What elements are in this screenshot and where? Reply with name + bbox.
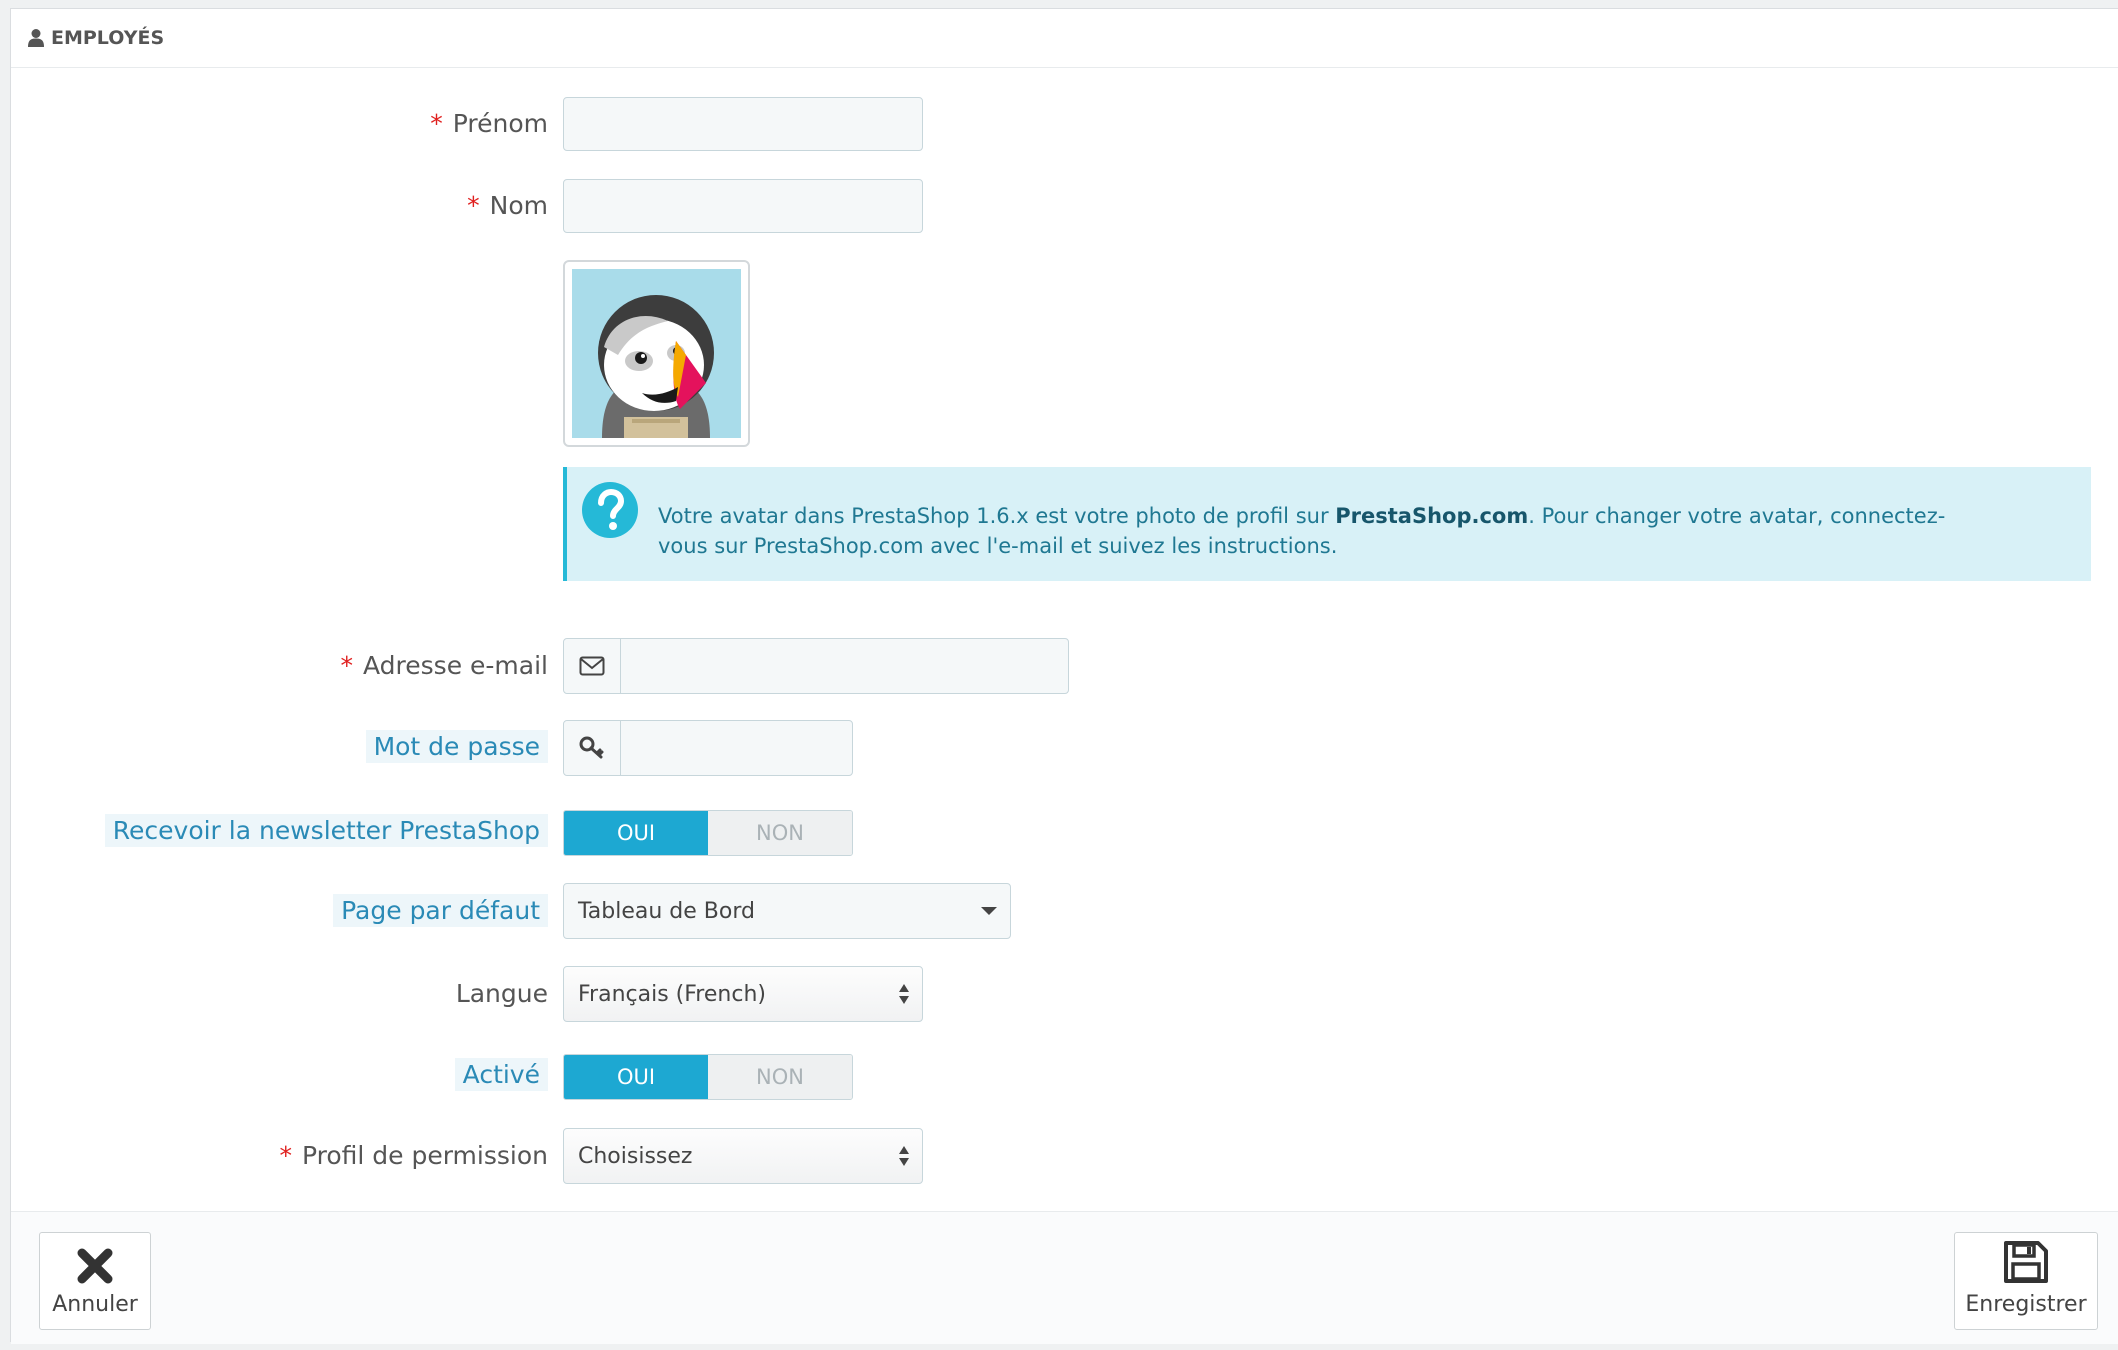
prestashop-puffin-avatar — [572, 269, 741, 438]
required-marker: * — [279, 1141, 292, 1170]
question-circle-icon — [582, 482, 638, 538]
avatar — [563, 260, 750, 447]
default-page-label-text: Page par défaut — [341, 896, 540, 925]
newsletter-switch[interactable]: OUI NON — [563, 810, 853, 856]
firstname-label: * Prénom — [430, 109, 548, 138]
avatar-info-alert: Votre avatar dans PrestaShop 1.6.x est v… — [563, 467, 2091, 581]
alert-text: Votre avatar dans PrestaShop 1.6.x est v… — [658, 501, 1981, 561]
row-email: * Adresse e-mail — [11, 638, 2118, 694]
panel-heading: EMPLOYÉS — [11, 9, 2118, 68]
password-label[interactable]: Mot de passe — [365, 730, 548, 763]
language-label: Langue — [456, 979, 548, 1008]
firstname-label-text: Prénom — [452, 109, 548, 138]
row-password: Mot de passe — [11, 720, 2118, 776]
email-label-text: Adresse e-mail — [363, 651, 548, 680]
password-addon — [564, 721, 621, 775]
alert-text-bold[interactable]: PrestaShop.com — [1335, 504, 1528, 528]
newsletter-label[interactable]: Recevoir la newsletter PrestaShop — [104, 814, 548, 847]
active-switch[interactable]: OUI NON — [563, 1054, 853, 1100]
cancel-label: Annuler — [52, 1292, 138, 1317]
language-select[interactable]: Français (French) — [563, 966, 923, 1022]
row-firstname: * Prénom — [11, 97, 2118, 151]
newsletter-label-text: Recevoir la newsletter PrestaShop — [112, 816, 540, 845]
default-page-label[interactable]: Page par défaut — [333, 894, 548, 927]
user-icon — [28, 29, 44, 47]
default-page-value: Tableau de Bord — [578, 898, 755, 924]
updown-arrows-icon — [899, 1146, 909, 1166]
panel-title: EMPLOYÉS — [51, 27, 165, 49]
password-field[interactable] — [563, 720, 853, 776]
alert-text-before: Votre avatar dans PrestaShop 1.6.x est v… — [658, 504, 1336, 528]
profile-label-text: Profil de permission — [301, 1141, 548, 1170]
lastname-input[interactable] — [563, 179, 923, 233]
save-label: Enregistrer — [1965, 1292, 2087, 1317]
employee-form-panel: EMPLOYÉS * Prénom * Nom Votre avatar dan… — [10, 8, 2118, 1344]
updown-arrows-icon — [899, 984, 909, 1004]
panel-footer: Annuler Enregistrer — [11, 1211, 2118, 1344]
cancel-button[interactable]: Annuler — [39, 1232, 151, 1330]
envelope-icon — [579, 656, 605, 676]
email-label: * Adresse e-mail — [341, 651, 549, 680]
profile-label: * Profil de permission — [279, 1141, 548, 1170]
close-icon — [77, 1248, 113, 1284]
active-label-text: Activé — [462, 1060, 540, 1089]
row-language: Langue Français (French) — [11, 966, 2118, 1022]
key-icon — [579, 736, 604, 759]
profile-select[interactable]: Choisissez — [563, 1128, 923, 1184]
row-newsletter: Recevoir la newsletter PrestaShop OUI NO… — [11, 810, 2118, 856]
lastname-label: * Nom — [467, 191, 548, 220]
floppy-disk-icon — [2004, 1241, 2048, 1283]
required-marker: * — [467, 191, 480, 220]
lastname-label-text: Nom — [489, 191, 548, 220]
profile-value: Choisissez — [578, 1143, 693, 1169]
active-label[interactable]: Activé — [454, 1058, 548, 1091]
firstname-input[interactable] — [563, 97, 923, 151]
newsletter-yes[interactable]: OUI — [564, 811, 708, 855]
row-active: Activé OUI NON — [11, 1054, 2118, 1100]
email-addon — [564, 639, 621, 693]
email-field[interactable] — [563, 638, 1069, 694]
language-label-text: Langue — [455, 979, 548, 1008]
active-no[interactable]: NON — [708, 1055, 852, 1099]
password-label-text: Mot de passe — [373, 732, 540, 761]
newsletter-no[interactable]: NON — [708, 811, 852, 855]
row-lastname: * Nom — [11, 179, 2118, 233]
save-button[interactable]: Enregistrer — [1954, 1232, 2098, 1330]
row-profile: * Profil de permission Choisissez — [11, 1128, 2118, 1184]
row-default-page: Page par défaut Tableau de Bord — [11, 883, 2118, 939]
active-yes[interactable]: OUI — [564, 1055, 708, 1099]
language-value: Français (French) — [578, 981, 766, 1007]
required-marker: * — [340, 651, 354, 680]
default-page-select[interactable]: Tableau de Bord — [563, 883, 1011, 939]
caret-down-icon — [981, 907, 997, 915]
required-marker: * — [430, 109, 443, 138]
